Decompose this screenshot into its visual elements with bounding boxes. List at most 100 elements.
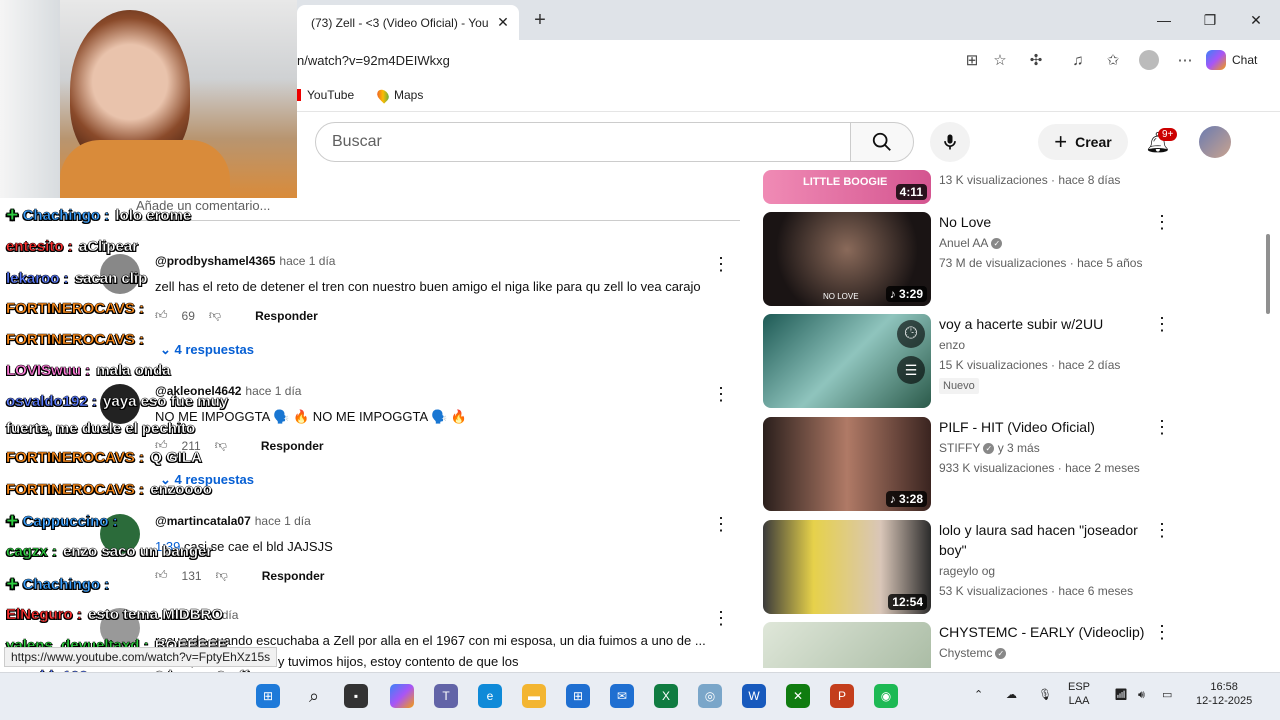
- close-icon[interactable]: ✕: [495, 14, 511, 31]
- video-more-icon[interactable]: ⋮: [1153, 520, 1171, 541]
- video-thumbnail[interactable]: [763, 622, 931, 668]
- channel-name[interactable]: STIFFY ✓ y 3 más: [939, 441, 1040, 455]
- wifi-icon[interactable]: 📶︎: [1114, 688, 1128, 702]
- channel-name[interactable]: Chystemc ✓: [939, 646, 1007, 660]
- copilot-taskbar-icon[interactable]: [390, 684, 414, 708]
- new-tab-button[interactable]: +: [528, 8, 552, 32]
- chat-username: ElNeguro :: [6, 606, 82, 623]
- video-title[interactable]: No Love: [939, 212, 1149, 232]
- like-icon[interactable]: 👍︎: [155, 568, 168, 583]
- chat-message: cagzx : enzo saco un banger: [6, 543, 213, 560]
- file-explorer-icon[interactable]: ▬: [522, 684, 546, 708]
- reply-button[interactable]: Responder: [255, 309, 318, 323]
- video-more-icon[interactable]: ⋮: [1153, 212, 1171, 233]
- restore-icon[interactable]: ❐: [1187, 0, 1233, 40]
- channel-name[interactable]: Anuel AA ✓: [939, 236, 1003, 250]
- powerpoint-icon[interactable]: P: [830, 684, 854, 708]
- address-bar[interactable]: n/watch?v=92m4DEIWkxg: [297, 46, 1047, 74]
- comment-author[interactable]: @prodbyshamel4365 hace 1 día: [155, 254, 335, 268]
- media-icon[interactable]: ♫: [1068, 50, 1088, 70]
- clock[interactable]: 16:58 12-12-2025: [1196, 680, 1252, 708]
- favorite-maps[interactable]: Maps: [374, 86, 423, 104]
- recommendation-item[interactable]: CHYSTEMC - EARLY (Videoclip) Chystemc ✓ ⋮: [763, 622, 1263, 668]
- comment-more-icon[interactable]: ⋮: [712, 608, 730, 629]
- video-title[interactable]: voy a hacerte subir w/2UU: [939, 314, 1149, 334]
- start-icon[interactable]: ⊞: [256, 684, 280, 708]
- like-count: 131: [181, 568, 202, 583]
- link-status-url: https://www.youtube.com/watch?v=FptyEhXz…: [4, 647, 278, 667]
- recommendation-item[interactable]: 12:54 lolo y laura sad hacen "joseador b…: [763, 520, 1263, 614]
- comment-more-icon[interactable]: ⋮: [712, 514, 730, 535]
- page-scrollbar[interactable]: [1264, 112, 1272, 668]
- dislike-icon[interactable]: 👎︎: [215, 438, 227, 453]
- dislike-icon[interactable]: 👎︎: [209, 308, 221, 323]
- video-more-icon[interactable]: ⋮: [1153, 622, 1171, 643]
- window-close-icon[interactable]: ✕: [1233, 0, 1279, 40]
- tray-chevron-icon[interactable]: ⌃: [974, 688, 983, 702]
- minimize-icon[interactable]: —: [1141, 0, 1187, 40]
- search-taskbar-icon[interactable]: ⌕: [302, 684, 326, 708]
- recommendation-item[interactable]: LITTLE BOOGIE 4:11 13 K visualizaciones …: [763, 108, 1263, 204]
- tray-mic-icon[interactable]: 🎙︎: [1038, 688, 1052, 702]
- video-title[interactable]: CHYSTEMC - EARLY (Videoclip): [939, 622, 1149, 642]
- channel-name[interactable]: enzo: [939, 338, 965, 352]
- teams-icon[interactable]: T: [434, 684, 458, 708]
- video-thumbnail[interactable]: 12:54: [763, 520, 931, 614]
- recommendation-item[interactable]: ♪ 3:28 PILF - HIT (Video Oficial) STIFFY…: [763, 417, 1263, 511]
- sub-badge-icon: ✚: [6, 207, 19, 224]
- video-thumbnail[interactable]: NO LOVE ♪ 3:29: [763, 212, 931, 306]
- store-icon[interactable]: ⊞: [566, 684, 590, 708]
- reply-button[interactable]: Responder: [261, 439, 324, 453]
- scrollbar-thumb[interactable]: [1266, 234, 1270, 314]
- chat-username: FORTINEROCAVS :: [6, 331, 145, 348]
- xbox-icon[interactable]: ✕: [786, 684, 810, 708]
- video-more-icon[interactable]: ⋮: [1153, 417, 1171, 438]
- add-to-queue-icon[interactable]: ☰: [897, 356, 925, 384]
- video-more-icon[interactable]: ⋮: [1153, 314, 1171, 335]
- language-indicator[interactable]: ESP LAA: [1068, 680, 1090, 708]
- task-view-icon[interactable]: ▪: [344, 684, 368, 708]
- like-count: 69: [181, 308, 195, 323]
- video-thumbnail[interactable]: 🕒︎ ☰: [763, 314, 931, 408]
- favorite-youtube[interactable]: YouTube: [297, 88, 354, 102]
- reply-button[interactable]: Responder: [262, 569, 325, 583]
- extensions-icon[interactable]: ✣: [1026, 50, 1046, 70]
- app-green-icon[interactable]: ◉: [874, 684, 898, 708]
- chat-message: FORTINEROCAVS : Q GILA: [6, 449, 202, 466]
- comment-more-icon[interactable]: ⋮: [712, 384, 730, 405]
- recommendation-item[interactable]: NO LOVE ♪ 3:29 No Love Anuel AA ✓ 73 M de…: [763, 212, 1263, 306]
- video-duration: 4:11: [895, 184, 927, 200]
- profile-icon[interactable]: [1139, 50, 1159, 70]
- excel-icon[interactable]: X: [654, 684, 678, 708]
- show-replies-button[interactable]: ⌄ 4 respuestas: [160, 342, 254, 358]
- battery-icon[interactable]: ▭: [1162, 688, 1172, 702]
- more-icon[interactable]: ⋯: [1175, 50, 1195, 70]
- video-title[interactable]: lolo y laura sad hacen "joseador boy": [939, 520, 1149, 560]
- channel-name[interactable]: rageylo og: [939, 564, 995, 578]
- like-icon[interactable]: 👍︎: [155, 308, 168, 323]
- recommendation-item[interactable]: 🕒︎ ☰ voy a hacerte subir w/2UU enzo 15 K…: [763, 314, 1263, 408]
- video-title[interactable]: PILF - HIT (Video Oficial): [939, 417, 1149, 437]
- edge-icon[interactable]: e: [478, 684, 502, 708]
- sub-badge-icon: ✚: [6, 513, 19, 530]
- watch-later-icon[interactable]: 🕒︎: [897, 320, 925, 348]
- video-thumbnail[interactable]: ♪ 3:28: [763, 417, 931, 511]
- favorites-icon[interactable]: ✩: [1103, 50, 1123, 70]
- onedrive-icon[interactable]: ☁: [1006, 688, 1017, 702]
- comment-author[interactable]: @martincatala07 hace 1 día: [155, 514, 311, 528]
- app-icon[interactable]: ◎: [698, 684, 722, 708]
- video-thumbnail[interactable]: LITTLE BOOGIE 4:11: [763, 170, 931, 204]
- volume-icon[interactable]: 🔊︎: [1138, 688, 1145, 702]
- comment-text: zell has el reto de detener el tren con …: [155, 279, 701, 294]
- comment-more-icon[interactable]: ⋮: [712, 254, 730, 275]
- browser-tab[interactable]: (73) Zell - <3 (Video Oficial) - You ✕: [297, 5, 519, 40]
- favorite-star-icon[interactable]: ☆: [990, 50, 1010, 70]
- mail-icon[interactable]: ✉: [610, 684, 634, 708]
- dislike-icon[interactable]: 👎︎: [216, 568, 228, 583]
- copilot-chat-button[interactable]: Chat: [1206, 48, 1257, 72]
- chat-username: entesito :: [6, 238, 73, 255]
- app-available-icon[interactable]: ⊞: [962, 50, 982, 70]
- word-icon[interactable]: W: [742, 684, 766, 708]
- thumbnail-text: NO LOVE: [823, 292, 859, 301]
- thumbnail-text: LITTLE BOOGIE: [803, 176, 888, 188]
